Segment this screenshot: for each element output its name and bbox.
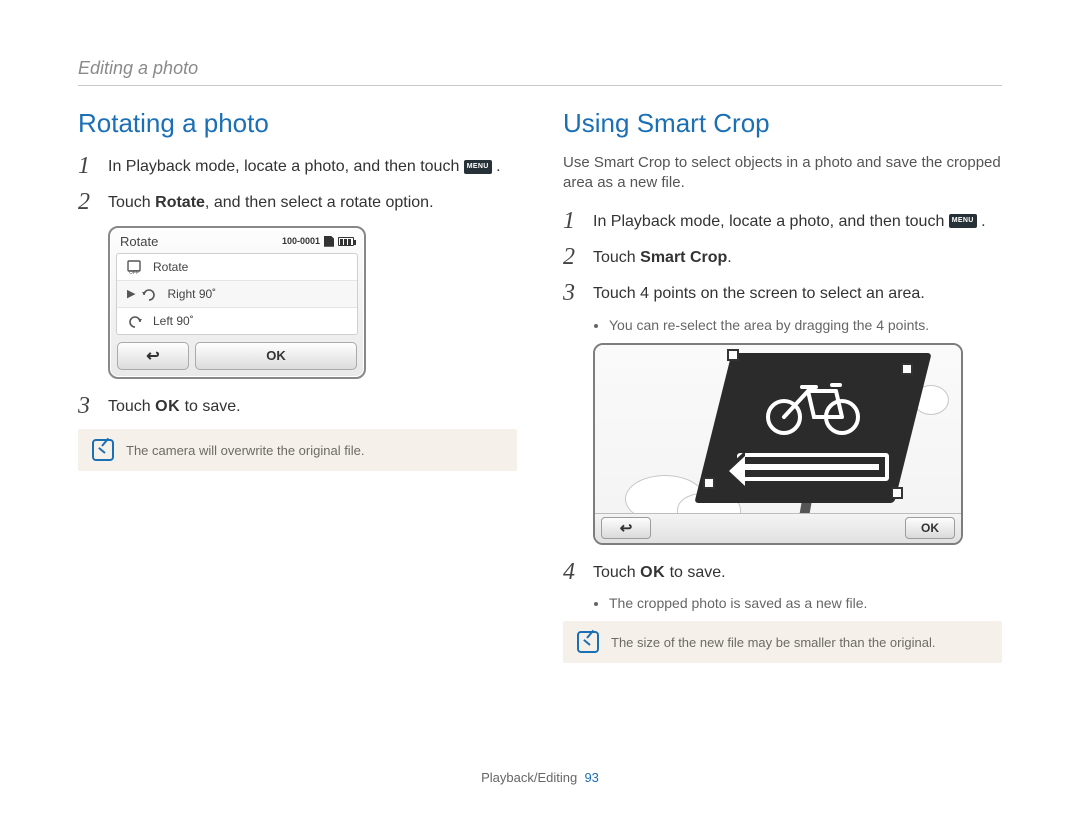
columns: Rotating a photo 1 In Playback mode, loc… xyxy=(78,108,1002,663)
step-3: 3 Touch OK to save. xyxy=(78,393,517,419)
intro-text: Use Smart Crop to select objects in a ph… xyxy=(563,153,1002,194)
crop-handle[interactable] xyxy=(901,363,913,375)
dialog-header: Rotate 100-0001 xyxy=(110,228,364,253)
step-text-pre: Touch xyxy=(108,398,155,415)
rotate-left-icon xyxy=(127,314,143,328)
note-text: The size of the new file may be smaller … xyxy=(611,635,935,650)
step-text-post: . xyxy=(496,158,500,175)
left-column: Rotating a photo 1 In Playback mode, loc… xyxy=(78,108,517,663)
note-check-icon xyxy=(92,439,114,461)
step-text-post: . xyxy=(981,213,985,230)
option-label: Right 90˚ xyxy=(167,287,216,301)
note-box: The size of the new file may be smaller … xyxy=(563,621,1002,663)
rotate-right-icon xyxy=(141,287,157,301)
rotating-steps-cont: 3 Touch OK to save. xyxy=(78,393,517,419)
back-button[interactable]: ↩ xyxy=(601,517,651,539)
step-bold: Rotate xyxy=(155,194,205,211)
svg-text:OFF: OFF xyxy=(129,270,139,274)
step-text: In Playback mode, locate a photo, and th… xyxy=(593,208,1002,233)
step-number: 3 xyxy=(78,393,96,419)
step-number: 1 xyxy=(563,208,581,234)
ok-button[interactable]: OK xyxy=(195,342,357,370)
back-button[interactable]: ↩ xyxy=(117,342,189,370)
step-number: 4 xyxy=(563,559,581,585)
step-1: 1 In Playback mode, locate a photo, and … xyxy=(563,208,1002,234)
crop-preview: ↩ OK xyxy=(593,343,963,545)
step-text-post: , and then select a rotate option. xyxy=(205,194,434,211)
step-2: 2 Touch Smart Crop. xyxy=(563,244,1002,270)
footer-section: Playback/Editing xyxy=(481,770,577,785)
option-rotate[interactable]: OFF Rotate xyxy=(117,254,357,281)
option-right-90[interactable]: ▶ Right 90˚ xyxy=(117,281,357,308)
crop-handle[interactable] xyxy=(891,487,903,499)
step-number: 3 xyxy=(563,280,581,306)
footer-page-number: 93 xyxy=(584,770,598,785)
rotate-off-icon: OFF xyxy=(127,260,143,274)
battery-icon xyxy=(338,237,354,246)
step-text: Touch Rotate, and then select a rotate o… xyxy=(108,189,517,214)
sd-card-icon xyxy=(324,236,334,247)
ok-icon: OK xyxy=(640,564,665,581)
dialog-status: 100-0001 xyxy=(282,236,354,247)
bicycle-icon xyxy=(758,375,868,435)
left-arrow-icon xyxy=(737,453,889,481)
sub-bullet-item: The cropped photo is saved as a new file… xyxy=(609,595,1002,611)
dialog-title: Rotate xyxy=(120,234,158,249)
note-check-icon xyxy=(577,631,599,653)
ok-button[interactable]: OK xyxy=(905,517,955,539)
step-3: 3 Touch 4 points on the screen to select… xyxy=(563,280,1002,306)
crop-handle[interactable] xyxy=(727,349,739,361)
step-number: 2 xyxy=(563,244,581,270)
step-text: Touch OK to save. xyxy=(108,393,517,418)
file-number: 100-0001 xyxy=(282,236,320,246)
sub-bullet-item: You can re-select the area by dragging t… xyxy=(609,317,1002,333)
step-text-pre: In Playback mode, locate a photo, and th… xyxy=(108,158,464,175)
step-4: 4 Touch OK to save. xyxy=(563,559,1002,585)
smartcrop-steps: 1 In Playback mode, locate a photo, and … xyxy=(563,208,1002,307)
step-text: In Playback mode, locate a photo, and th… xyxy=(108,153,517,178)
step-2: 2 Touch Rotate, and then select a rotate… xyxy=(78,189,517,215)
step-text-post: to save. xyxy=(665,564,725,581)
menu-icon: MENU xyxy=(464,160,492,174)
step-bold: Smart Crop xyxy=(640,249,727,266)
step-1: 1 In Playback mode, locate a photo, and … xyxy=(78,153,517,179)
menu-icon: MENU xyxy=(949,214,977,228)
step-text-post: . xyxy=(727,249,731,266)
section-heading-rotating: Rotating a photo xyxy=(78,108,517,139)
dialog-footer: ↩ OK xyxy=(110,335,364,377)
right-column: Using Smart Crop Use Smart Crop to selec… xyxy=(563,108,1002,663)
step-number: 2 xyxy=(78,189,96,215)
step-3-sub: You can re-select the area by dragging t… xyxy=(609,317,1002,333)
option-label: Rotate xyxy=(153,260,188,274)
option-label: Left 90˚ xyxy=(153,314,194,328)
crop-handle[interactable] xyxy=(703,477,715,489)
ok-icon: OK xyxy=(155,398,180,415)
section-heading-smartcrop: Using Smart Crop xyxy=(563,108,1002,139)
smartcrop-steps-cont: 4 Touch OK to save. xyxy=(563,559,1002,585)
selected-caret-icon: ▶ xyxy=(127,287,135,300)
step-text-post: to save. xyxy=(180,398,240,415)
step-4-sub: The cropped photo is saved as a new file… xyxy=(609,595,1002,611)
step-text-pre: In Playback mode, locate a photo, and th… xyxy=(593,213,949,230)
dialog-options: OFF Rotate ▶ Right 90˚ xyxy=(116,253,358,335)
rotating-steps: 1 In Playback mode, locate a photo, and … xyxy=(78,153,517,216)
note-text: The camera will overwrite the original f… xyxy=(126,443,364,458)
sign xyxy=(713,353,913,503)
breadcrumb: Editing a photo xyxy=(78,58,1002,86)
step-text: Touch 4 points on the screen to select a… xyxy=(593,280,1002,305)
preview-footer: ↩ OK xyxy=(595,513,961,543)
note-box: The camera will overwrite the original f… xyxy=(78,429,517,471)
step-text: Touch Smart Crop. xyxy=(593,244,1002,269)
page-footer: Playback/Editing 93 xyxy=(0,770,1080,785)
step-text-pre: Touch xyxy=(593,564,640,581)
manual-page: Editing a photo Rotating a photo 1 In Pl… xyxy=(0,0,1080,815)
step-number: 1 xyxy=(78,153,96,179)
step-text-pre: Touch xyxy=(593,249,640,266)
step-text-pre: Touch xyxy=(108,194,155,211)
step-text: Touch OK to save. xyxy=(593,559,1002,584)
option-left-90[interactable]: Left 90˚ xyxy=(117,308,357,334)
rotate-dialog: Rotate 100-0001 OFF Rotate xyxy=(108,226,366,379)
